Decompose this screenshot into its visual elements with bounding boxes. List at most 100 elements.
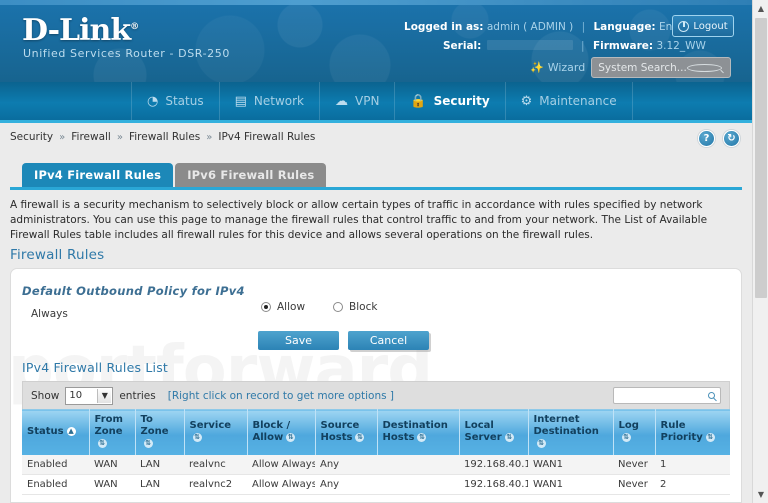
col-internet-destination[interactable]: Internet Destination⇅ bbox=[528, 409, 614, 455]
radio-block[interactable]: Block bbox=[333, 301, 377, 313]
wizard-search-line: ✨ Wizard System Search... bbox=[530, 57, 732, 78]
chevron-down-icon: ▼ bbox=[97, 388, 112, 403]
sort-both-icon: ⇅ bbox=[355, 432, 365, 442]
browser-scrollbar[interactable]: ▲ ▼ bbox=[752, 0, 768, 503]
system-search-input[interactable]: System Search... bbox=[591, 57, 732, 78]
col-log[interactable]: Log⇅ bbox=[613, 409, 656, 455]
power-icon bbox=[678, 20, 690, 32]
tab-ipv6-firewall-rules[interactable]: IPv6 Firewall Rules bbox=[175, 163, 327, 187]
dlink-logo-text: D-Link bbox=[22, 13, 131, 48]
search-icon bbox=[708, 392, 715, 399]
tab-ipv4-firewall-rules[interactable]: IPv4 Firewall Rules bbox=[22, 163, 174, 187]
cell-status: Enabled bbox=[22, 474, 89, 495]
serial-label: Serial: bbox=[443, 40, 482, 52]
nav-item-security[interactable]: 🔒 Security bbox=[395, 82, 506, 120]
scrollbar-thumb[interactable] bbox=[755, 18, 767, 298]
dlink-logo: D-Link® bbox=[22, 13, 139, 48]
radio-allow-label: Allow bbox=[277, 301, 306, 313]
cancel-button[interactable]: Cancel bbox=[348, 331, 429, 350]
col-label: Log bbox=[618, 420, 639, 432]
nav-label: Security bbox=[433, 94, 490, 108]
col-source-hosts[interactable]: Source Hosts ⇅ bbox=[315, 409, 378, 455]
radio-allow-indicator bbox=[261, 302, 271, 312]
cell-destination-hosts bbox=[377, 474, 459, 495]
col-block-allow[interactable]: Block / Allow ⇅ bbox=[247, 409, 316, 455]
nav-label: Network bbox=[253, 94, 304, 108]
logged-in-user: admin ( ADMIN ) bbox=[486, 21, 574, 33]
table-row[interactable]: Enabled WAN LAN realvnc Allow Always Any… bbox=[22, 454, 730, 475]
breadcrumb-item-firewall[interactable]: Firewall bbox=[71, 131, 111, 143]
scroll-down-icon[interactable]: ▼ bbox=[753, 486, 768, 503]
policy-row-label: Always bbox=[31, 308, 68, 320]
sort-both-icon: ⇅ bbox=[97, 438, 107, 448]
main-navigation: ◔ Status ▤ Network ☁ VPN 🔒 Security ⚙ Ma… bbox=[0, 82, 752, 123]
entries-select-value: 10 bbox=[69, 390, 83, 401]
breadcrumb-item-security[interactable]: Security bbox=[10, 131, 53, 143]
cell-internet-destination: WAN1 bbox=[528, 474, 613, 495]
nav-item-maintenance[interactable]: ⚙ Maintenance bbox=[506, 82, 633, 120]
table-header-row: Status ▲ From Zone⇅ To Zone⇅ Service⇅ Blo… bbox=[22, 409, 730, 455]
form-actions: Save Cancel bbox=[258, 331, 429, 350]
refresh-icon[interactable]: ↻ bbox=[723, 130, 740, 147]
col-label: To Zone bbox=[140, 414, 169, 438]
save-button[interactable]: Save bbox=[258, 331, 339, 350]
default-outbound-policy-title: Default Outbound Policy for IPv4 bbox=[22, 284, 245, 298]
trademark-mark: ® bbox=[130, 22, 139, 32]
nav-item-status[interactable]: ◔ Status bbox=[131, 82, 220, 120]
gear-icon: ⚙ bbox=[520, 93, 533, 109]
breadcrumb-item-firewall-rules[interactable]: Firewall Rules bbox=[129, 131, 200, 143]
firmware-label: Firmware: bbox=[592, 40, 654, 52]
logout-button[interactable]: Logout bbox=[672, 15, 734, 37]
nav-item-vpn[interactable]: ☁ VPN bbox=[320, 82, 396, 120]
col-destination-hosts[interactable]: Destination Hosts ⇅ bbox=[377, 409, 460, 455]
cloud-lock-icon: ☁ bbox=[335, 93, 348, 109]
help-icon[interactable]: ? bbox=[698, 130, 715, 147]
rules-table-container: Show 10 ▼ entries [Right click on record… bbox=[22, 381, 730, 503]
col-label: Source Hosts bbox=[320, 420, 360, 444]
radio-allow[interactable]: Allow bbox=[261, 301, 305, 313]
cell-destination-hosts bbox=[377, 454, 459, 475]
cell-to-zone: LAN bbox=[135, 454, 184, 475]
table-toolbar: Show 10 ▼ entries [Right click on record… bbox=[22, 381, 730, 409]
col-to-zone[interactable]: To Zone⇅ bbox=[135, 409, 185, 455]
device-model-label: Unified Services Router - DSR-250 bbox=[23, 47, 230, 60]
nav-item-network[interactable]: ▤ Network bbox=[220, 82, 320, 120]
nav-label: Maintenance bbox=[539, 94, 617, 108]
right-click-hint: [Right click on record to get more optio… bbox=[167, 389, 395, 402]
serial-value bbox=[486, 40, 573, 50]
lock-icon: 🔒 bbox=[410, 93, 427, 109]
system-search-placeholder: System Search... bbox=[598, 61, 687, 74]
cell-from-zone: WAN bbox=[89, 474, 135, 495]
gauge-icon: ◔ bbox=[147, 93, 159, 109]
monitor-icon: ▤ bbox=[234, 93, 247, 109]
table-search-input[interactable] bbox=[613, 387, 721, 404]
col-rule-priority[interactable]: Rule Priority ⇅ bbox=[655, 409, 730, 455]
cell-block-allow: Allow Always bbox=[247, 454, 315, 475]
search-icon bbox=[686, 63, 723, 72]
nav-label: Status bbox=[165, 94, 204, 108]
breadcrumb-item-ipv4-firewall-rules[interactable]: IPv4 Firewall Rules bbox=[218, 131, 315, 143]
breadcrumb-separator-icon: » bbox=[59, 131, 66, 143]
wizard-link[interactable]: ✨ Wizard bbox=[530, 61, 585, 74]
page-title: Firewall Rules bbox=[10, 247, 105, 263]
divider: | bbox=[581, 40, 585, 52]
logout-label: Logout bbox=[693, 20, 728, 32]
language-label: Language: bbox=[593, 21, 656, 33]
entries-select[interactable]: 10 ▼ bbox=[65, 386, 114, 405]
cell-to-zone: LAN bbox=[135, 474, 184, 495]
breadcrumb: Security » Firewall » Firewall Rules » I… bbox=[10, 131, 315, 143]
col-local-server[interactable]: Local Server ⇅ bbox=[459, 409, 529, 455]
col-service[interactable]: Service⇅ bbox=[184, 409, 248, 455]
scroll-up-icon[interactable]: ▲ bbox=[753, 0, 768, 17]
col-status[interactable]: Status ▲ bbox=[22, 409, 90, 455]
cell-status: Enabled bbox=[22, 454, 89, 475]
sort-both-icon: ⇅ bbox=[417, 432, 427, 442]
sort-both-icon: ⇅ bbox=[536, 438, 546, 448]
cell-block-allow: Allow Always bbox=[247, 474, 315, 495]
browser-viewport: D-Link® Unified Services Router - DSR-25… bbox=[0, 0, 768, 503]
col-label: Service bbox=[189, 420, 232, 432]
col-from-zone[interactable]: From Zone⇅ bbox=[89, 409, 136, 455]
col-label: Local Server bbox=[464, 420, 502, 444]
tab-bar: IPv4 Firewall Rules IPv6 Firewall Rules bbox=[22, 163, 327, 187]
table-row[interactable]: Enabled WAN LAN realvnc2 Allow Always An… bbox=[22, 474, 730, 495]
